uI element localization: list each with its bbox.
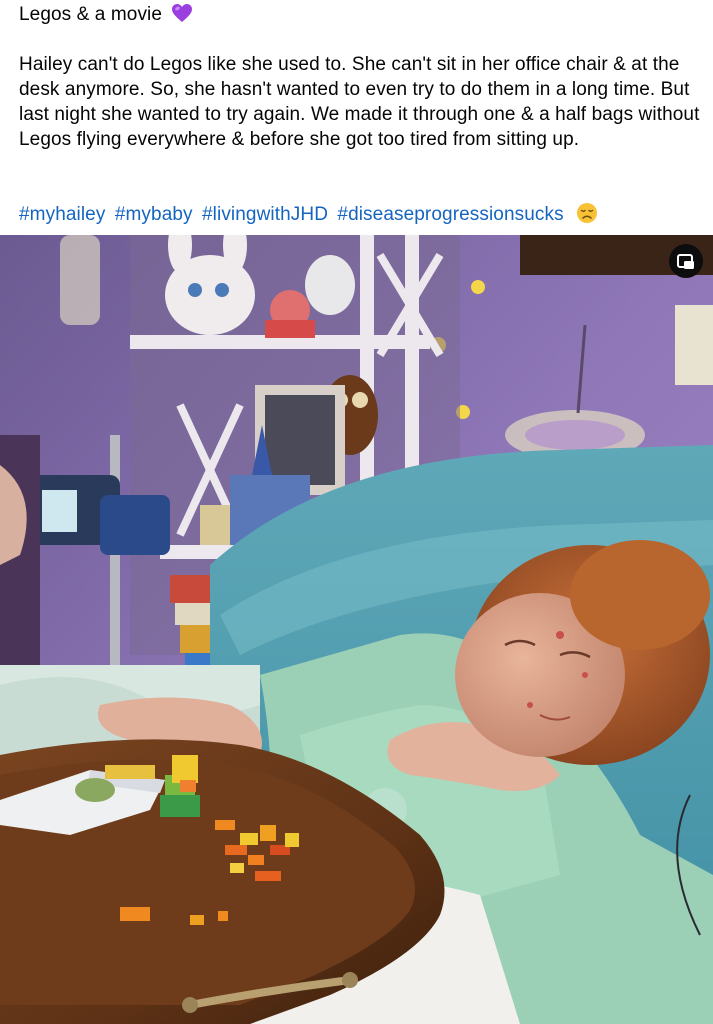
picture-in-picture-icon[interactable] <box>669 244 703 278</box>
post-card: Legos & a movie Hailey can't do Legos li… <box>0 0 713 1024</box>
purple-heart-icon <box>171 3 193 23</box>
post-body: Hailey can't do Legos like she used to. … <box>19 54 700 150</box>
post-photo[interactable] <box>0 235 713 1024</box>
hashtag-link[interactable]: #diseaseprogressionsucks <box>337 204 563 225</box>
hashtag-link[interactable]: #mybaby <box>115 204 193 225</box>
hashtag-row: #myhailey #mybaby #livingwithJHD #diseas… <box>19 202 598 227</box>
post-title-line: Legos & a movie <box>19 2 193 27</box>
disappointed-face-icon <box>576 202 598 224</box>
hashtag-link[interactable]: #livingwithJHD <box>202 204 328 225</box>
hashtag-link[interactable]: #myhailey <box>19 204 105 225</box>
post-title: Legos & a movie <box>19 4 163 25</box>
